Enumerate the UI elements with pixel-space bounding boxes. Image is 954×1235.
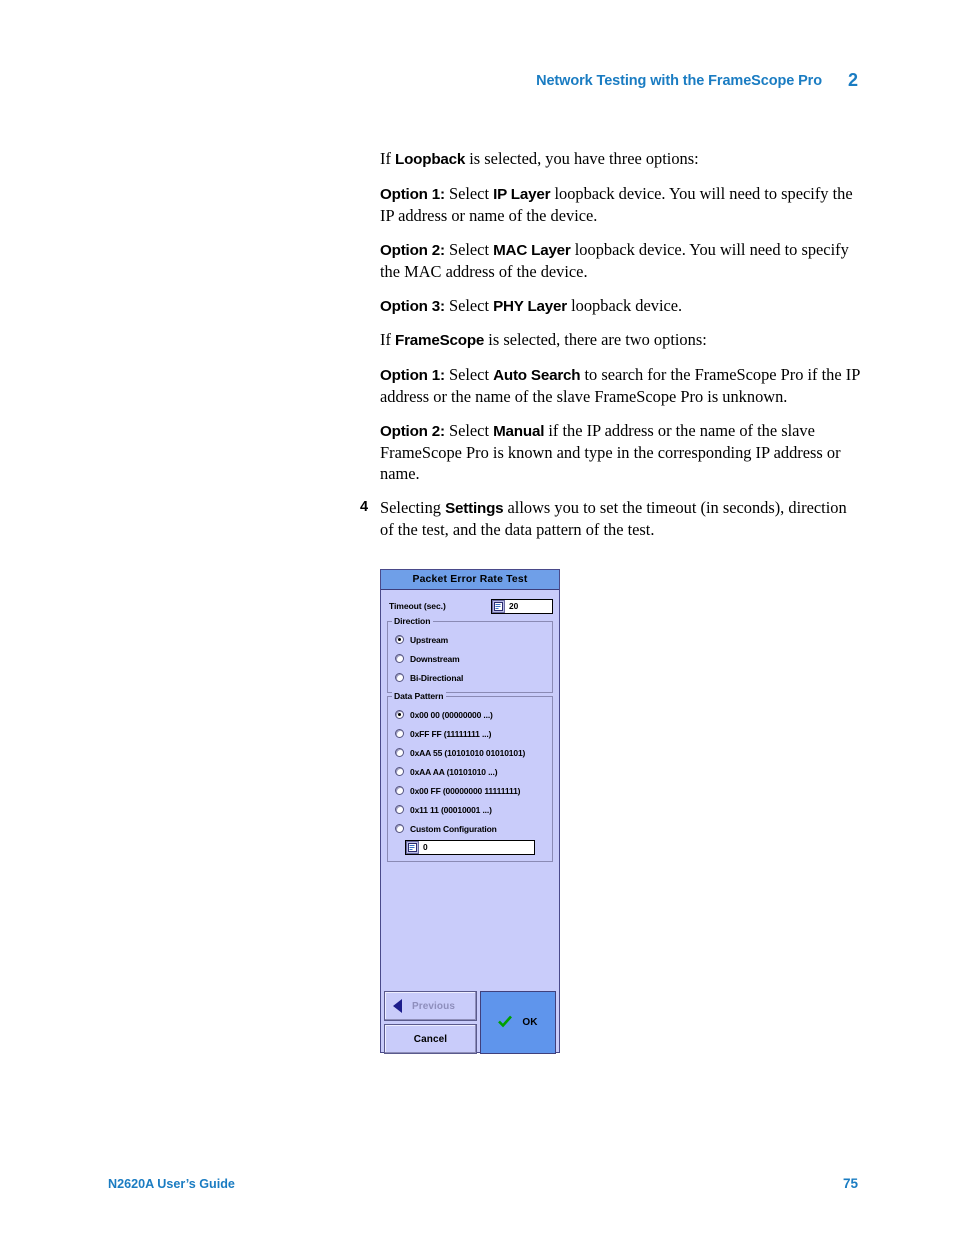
cancel-button[interactable]: Cancel xyxy=(384,1024,477,1054)
dialog-titlebar: Packet Error Rate Test xyxy=(381,570,559,590)
direction-legend: Direction xyxy=(392,616,434,626)
term-auto-search: Auto Search xyxy=(493,366,581,384)
paragraph-option3-phy-layer: Option 3: Select PHY Layer loopback devi… xyxy=(380,295,860,317)
text-select: Select xyxy=(444,239,494,259)
ok-button-label: OK xyxy=(522,1017,538,1028)
step-number: 4 xyxy=(360,498,369,515)
dialog-button-column: Previous Cancel xyxy=(384,991,477,1054)
arrow-left-icon xyxy=(393,999,402,1013)
radio-icon[interactable] xyxy=(395,805,404,814)
custom-configuration-value: 0 xyxy=(423,842,428,852)
dialog-button-bar: Previous Cancel OK xyxy=(381,991,559,1057)
radio-icon[interactable] xyxy=(395,654,404,663)
footer-page-number: 75 xyxy=(842,1176,858,1191)
radio-label: 0xFF FF (11111111 ...) xyxy=(410,728,492,739)
paragraph-loopback-intro: If Loopback is selected, you have three … xyxy=(380,148,860,170)
radio-icon[interactable] xyxy=(395,729,404,738)
radio-icon[interactable] xyxy=(395,767,404,776)
previous-button-label: Previous xyxy=(411,1000,456,1012)
label-option-1: Option 1: xyxy=(380,366,445,384)
radio-pattern-0xaa55[interactable]: 0xAA 55 (10101010 01010101) xyxy=(388,743,552,762)
radio-pattern-0xffff[interactable]: 0xFF FF (11111111 ...) xyxy=(388,724,552,743)
radio-label: 0x00 00 (00000000 ...) xyxy=(410,709,493,720)
custom-configuration-row: 0 xyxy=(388,838,552,856)
direction-group: Direction Upstream Downstream Bi-Directi… xyxy=(387,616,553,693)
radio-direction-upstream[interactable]: Upstream xyxy=(388,630,552,649)
text-select: Select xyxy=(444,183,494,203)
label-option-2: Option 2: xyxy=(380,422,445,440)
paragraph-framescope-intro: If FrameScope is selected, there are two… xyxy=(380,329,860,351)
text-select: Select xyxy=(444,364,494,384)
data-pattern-group: Data Pattern 0x00 00 (00000000 ...) 0xFF… xyxy=(387,691,553,862)
radio-label: 0xAA AA (10101010 ...) xyxy=(410,766,498,777)
term-mac-layer: MAC Layer xyxy=(493,241,571,259)
checkmark-icon xyxy=(498,1015,513,1031)
term-manual: Manual xyxy=(493,422,545,440)
timeout-value: 20 xyxy=(509,600,519,611)
text-if: If xyxy=(380,149,396,168)
paragraph-option2-manual: Option 2: Select Manual if the IP addres… xyxy=(380,420,860,485)
custom-configuration-input[interactable]: 0 xyxy=(405,840,535,855)
text-loopback-rest: is selected, you have three options: xyxy=(465,149,699,168)
radio-label: 0xAA 55 (10101010 01010101) xyxy=(410,747,526,758)
page-footer: N2620A User’s Guide 75 xyxy=(0,1176,954,1191)
radio-icon[interactable] xyxy=(395,673,404,682)
label-option-1: Option 1: xyxy=(380,185,445,203)
text-if: If xyxy=(380,330,396,350)
radio-label: Bi-Directional xyxy=(410,672,464,683)
radio-label: Upstream xyxy=(410,634,449,645)
cancel-button-label: Cancel xyxy=(413,1033,448,1045)
text-select: Select xyxy=(444,420,494,440)
term-phy-layer: PHY Layer xyxy=(493,297,568,315)
dialog-title-text: Packet Error Rate Test xyxy=(412,574,528,585)
radio-icon[interactable] xyxy=(395,635,404,644)
text-select: Select xyxy=(444,295,494,315)
timeout-row: Timeout (sec.) 20 xyxy=(381,594,559,618)
paragraph-option2-mac-layer: Option 2: Select MAC Layer loopback devi… xyxy=(380,239,860,282)
packet-error-rate-test-dialog: Packet Error Rate Test Timeout (sec.) 20… xyxy=(380,569,560,1054)
keypad-icon[interactable] xyxy=(492,599,505,613)
running-header: Network Testing with the FrameScope Pro … xyxy=(0,70,954,96)
label-option-2: Option 2: xyxy=(380,241,445,259)
term-ip-layer: IP Layer xyxy=(493,185,551,203)
radio-pattern-0x1111[interactable]: 0x11 11 (00010001 ...) xyxy=(388,800,552,819)
keypad-icon[interactable] xyxy=(406,841,419,854)
paragraph-option1-auto-search: Option 1: Select Auto Search to search f… xyxy=(380,364,860,407)
page-content: If Loopback is selected, you have three … xyxy=(360,148,860,540)
term-loopback: Loopback xyxy=(395,151,466,168)
radio-label: 0x00 FF (00000000 11111111) xyxy=(410,785,521,796)
text-selecting: Selecting xyxy=(380,497,446,517)
term-settings: Settings xyxy=(445,499,504,517)
radio-pattern-0x0000[interactable]: 0x00 00 (00000000 ...) xyxy=(388,705,552,724)
radio-direction-downstream[interactable]: Downstream xyxy=(388,649,552,668)
radio-pattern-0xaaaa[interactable]: 0xAA AA (10101010 ...) xyxy=(388,762,552,781)
radio-icon[interactable] xyxy=(395,710,404,719)
radio-icon[interactable] xyxy=(395,748,404,757)
label-option-3: Option 3: xyxy=(380,297,445,315)
radio-icon[interactable] xyxy=(395,786,404,795)
footer-guide-title: N2620A User’s Guide xyxy=(108,1177,235,1191)
ok-button[interactable]: OK xyxy=(480,991,556,1054)
paragraph-option1-ip-layer: Option 1: Select IP Layer loopback devic… xyxy=(380,183,860,226)
text-option3-rest: loopback device. xyxy=(567,295,683,315)
previous-button[interactable]: Previous xyxy=(384,991,477,1021)
radio-label: 0x11 11 (00010001 ...) xyxy=(410,804,492,815)
dialog-body: Timeout (sec.) 20 Direction Upstream Dow… xyxy=(381,594,559,1057)
paragraph-step-4: 4 Selecting Settings allows you to set th… xyxy=(360,497,860,540)
radio-direction-bi-directional[interactable]: Bi-Directional xyxy=(388,668,552,687)
radio-label: Downstream xyxy=(410,653,460,664)
text-framescope-rest: is selected, there are two options: xyxy=(484,330,707,350)
data-pattern-legend: Data Pattern xyxy=(392,691,447,701)
radio-icon[interactable] xyxy=(395,824,404,833)
radio-pattern-custom-configuration[interactable]: Custom Configuration xyxy=(388,819,552,838)
timeout-label: Timeout (sec.) xyxy=(389,601,446,611)
radio-label: Custom Configuration xyxy=(410,823,497,834)
header-title: Network Testing with the FrameScope Pro xyxy=(536,73,822,89)
header-chapter-number: 2 xyxy=(847,70,858,90)
timeout-input[interactable]: 20 xyxy=(491,598,553,614)
radio-pattern-0x00ff[interactable]: 0x00 FF (00000000 11111111) xyxy=(388,781,552,800)
term-framescope: FrameScope xyxy=(395,332,485,350)
